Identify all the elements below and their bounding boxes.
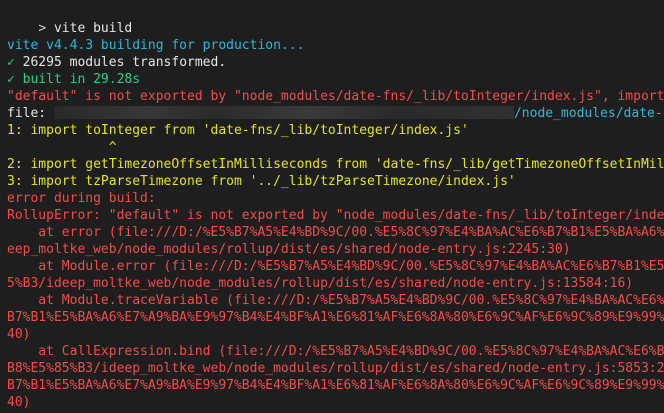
stack-trace-line: B8%E5%85%B3/ideep_moltke_web/node_module… <box>7 361 664 376</box>
code-line-3: 3: import tzParseTimezone from '../_lib/… <box>7 174 516 189</box>
file-label: file: <box>7 106 47 121</box>
command-text: vite build <box>53 21 133 37</box>
stack-trace-line: eep_moltke_web/node_modules/rollup/dist/… <box>7 242 571 257</box>
stack-trace-line: at error (file:///D:/%E5%B7%A5%E4%BD%9C/… <box>38 225 664 240</box>
error-during-build: error during build: <box>7 191 156 206</box>
built-time-line: ✓ built in 29.28s <box>7 71 140 88</box>
vite-build-status: vite v4.4.3 building for production... <box>7 38 305 53</box>
redacted-path <box>53 106 514 119</box>
code-line-1: 1: import toInteger from 'date-fns/_lib/… <box>7 123 469 138</box>
code-line-2: 2: import getTimezoneOffsetInMillisecond… <box>7 157 664 172</box>
check-icon: ✓ <box>7 55 15 70</box>
stack-trace-line: at Module.error (file:///D:/%E5%B7%A5%E4… <box>7 259 664 274</box>
code-caret: ^ <box>7 140 117 155</box>
stack-trace-line: B7%B1%E5%BA%A6%E7%A9%BA%E9%97%B4%E4%BF%A… <box>7 378 664 393</box>
stack-trace-line: at CallExpression.bind (file:///D:/%E5%B… <box>38 344 664 359</box>
check-icon: ✓ <box>7 72 15 87</box>
terminal-output[interactable]: > vite build vite v4.4.3 building for pr… <box>0 0 664 413</box>
file-path-line: file: /node_modules/date-fn <box>7 105 664 122</box>
stack-trace-line: 40) <box>7 327 31 342</box>
default-export-warning: "default" is not exported by "node_modul… <box>7 89 664 104</box>
stack-trace-line: B7%B1%E5%BA%A6%E7%A9%BA%E9%97%B4%E4%BF%A… <box>7 310 664 325</box>
command-line: > vite build <box>7 3 132 36</box>
rollup-error-message: RollupError: "default" is not exported b… <box>7 208 664 223</box>
modules-transformed-line: ✓ 26295 modules transformed. <box>7 54 226 71</box>
built-time-text: built in 29.28s <box>22 72 141 87</box>
stack-trace-line: 40) <box>7 395 31 410</box>
stack-trace-line: 5%B3/ideep_moltke_web/node_modules/rollu… <box>7 276 634 291</box>
file-path-tail: /node_modules/date-fn <box>513 106 664 121</box>
modules-transformed-text: 26295 modules transformed. <box>22 55 227 70</box>
prompt-chevron-icon: > <box>38 21 47 37</box>
stack-trace-line: at Module.traceVariable (file:///D:/%E5%… <box>38 293 664 308</box>
